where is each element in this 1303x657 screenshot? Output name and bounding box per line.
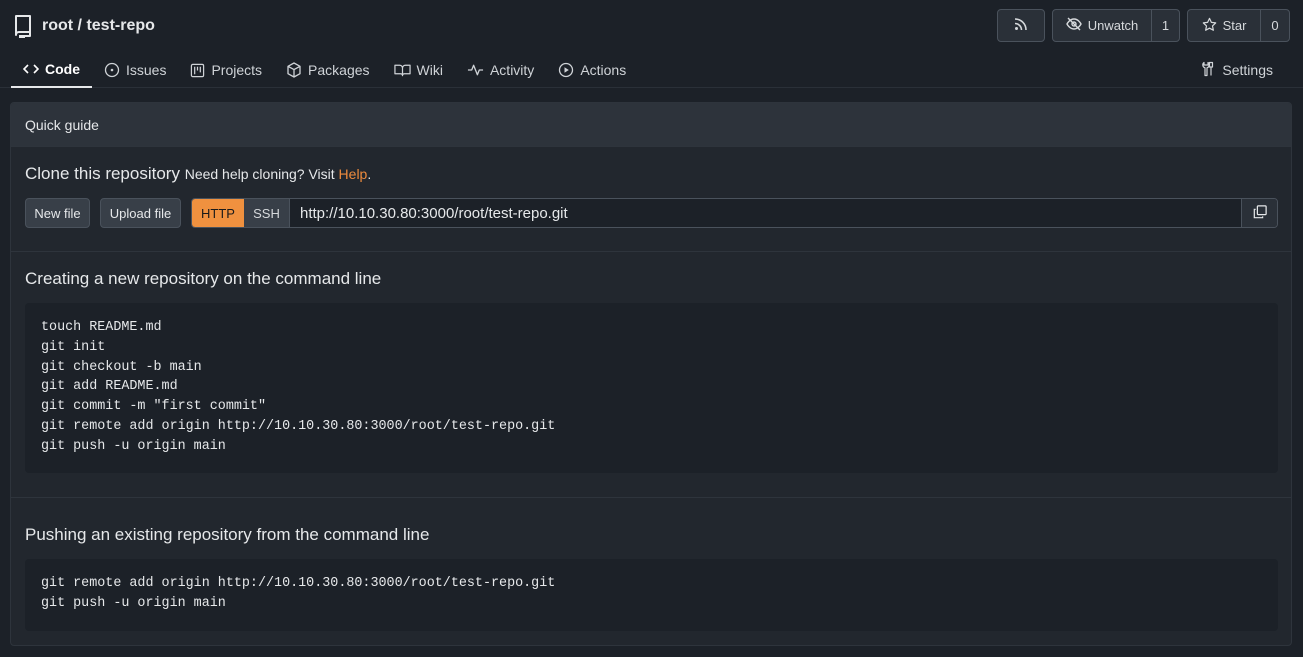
pulse-icon bbox=[467, 63, 484, 77]
unwatch-toggle[interactable]: Unwatch bbox=[1053, 10, 1151, 41]
tab-wiki[interactable]: Wiki bbox=[382, 52, 455, 88]
quick-guide-title: Quick guide bbox=[11, 103, 1291, 147]
stars-count[interactable]: 0 bbox=[1260, 10, 1289, 41]
repo-header: root / test-repo Unwatch 1 Star 0 Code I… bbox=[0, 0, 1303, 88]
tab-projects-label: Projects bbox=[211, 62, 263, 78]
clone-help-suffix: . bbox=[367, 166, 372, 182]
clone-heading-text: Clone this repository bbox=[25, 164, 180, 183]
star-icon bbox=[1202, 17, 1217, 35]
tab-actions[interactable]: Actions bbox=[546, 52, 638, 88]
unwatch-button[interactable]: Unwatch 1 bbox=[1052, 9, 1180, 42]
tab-activity[interactable]: Activity bbox=[455, 52, 546, 88]
tab-packages[interactable]: Packages bbox=[274, 52, 381, 88]
rss-icon bbox=[1014, 17, 1028, 34]
tab-wiki-label: Wiki bbox=[416, 62, 443, 78]
repo-title: root / test-repo bbox=[13, 13, 155, 39]
tab-issues-label: Issues bbox=[126, 62, 167, 78]
clone-help-prefix: Need help cloning? Visit bbox=[184, 166, 339, 182]
tools-icon bbox=[1200, 61, 1216, 80]
clone-url-field[interactable]: http://10.10.30.80:3000/root/test-repo.g… bbox=[290, 199, 1241, 227]
tab-activity-label: Activity bbox=[489, 62, 535, 78]
existing-repo-code: git remote add origin http://10.10.30.80… bbox=[25, 559, 1278, 631]
rss-feed-button[interactable] bbox=[997, 9, 1045, 42]
new-repo-heading: Creating a new repository on the command… bbox=[25, 269, 382, 288]
issue-icon bbox=[104, 62, 120, 78]
clone-heading: Clone this repository Need help cloning?… bbox=[25, 164, 371, 184]
book-icon bbox=[393, 63, 411, 77]
unwatch-label: Unwatch bbox=[1087, 18, 1139, 33]
repo-title-link[interactable]: root / test-repo bbox=[42, 17, 155, 35]
star-label: Star bbox=[1222, 18, 1247, 33]
tab-settings[interactable]: Settings bbox=[1200, 52, 1273, 88]
play-icon bbox=[558, 62, 574, 78]
repo-tabs: Code Issues Projects Packages Wiki Activ… bbox=[11, 52, 638, 88]
package-icon bbox=[286, 62, 302, 78]
repo-icon bbox=[13, 14, 33, 38]
quick-guide-panel: Quick guide Clone this repository Need h… bbox=[10, 102, 1292, 646]
upload-file-button[interactable]: Upload file bbox=[100, 198, 181, 228]
ssh-protocol-button[interactable]: SSH bbox=[244, 199, 290, 227]
copy-icon bbox=[1253, 204, 1267, 222]
existing-repo-section: Pushing an existing repository from the … bbox=[11, 498, 1291, 645]
clone-help-link[interactable]: Help bbox=[339, 166, 368, 182]
star-toggle[interactable]: Star bbox=[1188, 10, 1260, 41]
tab-packages-label: Packages bbox=[308, 62, 370, 78]
watchers-count[interactable]: 1 bbox=[1151, 10, 1179, 41]
http-protocol-button[interactable]: HTTP bbox=[192, 199, 244, 227]
new-repo-section: Creating a new repository on the command… bbox=[11, 252, 1291, 498]
tab-code-label: Code bbox=[45, 61, 80, 77]
tab-issues[interactable]: Issues bbox=[92, 52, 178, 88]
clone-url-group: HTTP SSH http://10.10.30.80:3000/root/te… bbox=[191, 198, 1278, 228]
tab-code[interactable]: Code bbox=[11, 52, 92, 88]
copy-url-button[interactable] bbox=[1241, 199, 1277, 227]
tab-actions-label: Actions bbox=[580, 62, 627, 78]
project-icon bbox=[190, 63, 205, 78]
new-file-button[interactable]: New file bbox=[25, 198, 90, 228]
star-button[interactable]: Star 0 bbox=[1187, 9, 1290, 42]
tab-settings-label: Settings bbox=[1222, 62, 1273, 78]
new-repo-code: touch README.md git init git checkout -b… bbox=[25, 303, 1278, 473]
tab-projects[interactable]: Projects bbox=[178, 52, 274, 88]
clone-toolbar: New file Upload file HTTP SSH http://10.… bbox=[25, 198, 1278, 228]
eye-off-icon bbox=[1065, 17, 1082, 34]
existing-repo-heading: Pushing an existing repository from the … bbox=[25, 525, 430, 544]
code-icon bbox=[23, 62, 39, 76]
